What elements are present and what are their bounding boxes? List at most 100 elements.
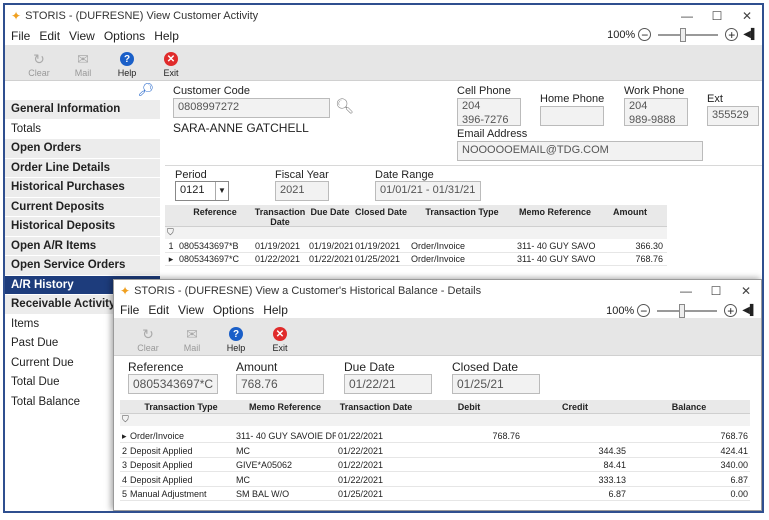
sidebar-item[interactable]: Order Line Details [5,158,160,178]
col-amount[interactable]: Amount [595,205,665,226]
popup-zoom-in-icon[interactable]: + [724,304,738,317]
col-transaction-date[interactable]: Transaction Date [336,400,416,413]
mail-icon: ✉ [77,50,89,67]
popup-first-page-icon[interactable]: ◀▌ [742,305,757,316]
zoom-slider-thumb[interactable] [680,27,687,42]
col-transaction-type[interactable]: Transaction Type [128,400,234,413]
col-memo-reference[interactable]: Memo Reference [515,205,595,226]
table-row[interactable]: 1 0805343697*B 01/19/2021 01/19/2021 01/19/2… [165,240,667,253]
cell-phone-field[interactable]: 204 396-7276 [457,98,521,126]
table-row[interactable]: ▸ 0805343697*C 01/22/2021 01/22/2021 01/25/2… [165,253,667,266]
date-range-field[interactable]: 01/01/21 - 01/31/21 [375,181,481,201]
sidebar-search-icon[interactable]: 🔎︎ [5,82,160,100]
table-row[interactable]: 2 Deposit Applied MC 01/22/2021 344.35 424.41 [120,445,750,458]
fiscal-year-field[interactable]: 2021 [275,181,329,201]
popup-zoom-control: 100% − + ◀▌ [606,303,757,318]
sidebar-item[interactable]: Open Orders [5,139,160,159]
menu-options[interactable]: Options [104,29,145,43]
popup-maximize-button[interactable]: ☐ [701,284,731,298]
close-button[interactable]: ✕ [732,9,762,23]
work-phone-area: 204 [629,100,648,112]
popup-menu-view[interactable]: View [178,303,204,317]
popup-help-button[interactable]: ? Help [214,325,258,353]
popup-closed-date-field[interactable]: 01/25/21 [452,374,540,394]
table-cell-closed: 01/25/2021 [355,254,401,264]
customer-code-field[interactable]: 0808997272 [173,98,330,118]
col-transaction-date[interactable]: Transaction Date [253,205,307,227]
home-phone-label: Home Phone [540,93,605,105]
col-closed-date[interactable]: Closed Date [353,205,409,226]
table-cell-debit [416,474,522,486]
table-row[interactable]: 5 Manual Adjustment SM BAL W/O 01/25/2021 6.… [120,488,750,501]
col-memo-reference[interactable]: Memo Reference [234,400,336,413]
customer-name: SARA-ANNE GATCHELL [173,121,309,135]
col-transaction-type[interactable]: Transaction Type [409,205,515,226]
minimize-button[interactable]: — [672,9,702,23]
popup-menu-edit[interactable]: Edit [148,303,169,317]
popup-menu-help[interactable]: Help [263,303,288,317]
table-cell-balance: 340.00 [720,460,748,470]
ext-field[interactable]: 355529 [707,106,759,126]
home-phone-field[interactable] [540,106,604,126]
work-phone-field[interactable]: 204 989-9888 [624,98,688,126]
clear-button[interactable]: ↻ Clear [17,50,61,79]
table-row[interactable]: 4 Deposit Applied MC 01/22/2021 333.13 6.87 [120,474,750,487]
popup-menu-options[interactable]: Options [213,303,254,317]
popup-exit-button[interactable]: ✕ Exit [258,325,302,353]
popup-reference-label: Reference [128,360,184,374]
zoom-in-icon[interactable]: + [725,28,739,41]
help-button[interactable]: ? Help [105,50,149,78]
menu-help[interactable]: Help [154,29,179,43]
popup-amount-field[interactable]: 768.76 [236,374,324,394]
col-credit[interactable]: Credit [522,400,628,413]
sidebar-item[interactable]: Historical Purchases [5,178,160,198]
balance-filter-row[interactable]: ⛉ [120,414,750,426]
popup-zoom-slider-thumb[interactable] [679,303,686,318]
col-reference[interactable]: Reference [177,205,253,226]
activity-filter-row[interactable]: ⛉ [165,227,667,239]
sidebar-item[interactable]: Current Deposits [5,197,160,217]
sidebar-item[interactable]: General Information [5,100,160,120]
zoom-slider[interactable] [658,27,719,42]
table-cell-credit: 84.41 [603,460,626,470]
popup-closed-date-label: Closed Date [452,360,519,374]
popup-help-label: Help [226,343,246,353]
work-phone-number: 989-9888 [629,113,676,126]
popup-clear-button[interactable]: ↻ Clear [126,325,170,354]
zoom-out-icon[interactable]: − [638,28,652,41]
email-field[interactable]: NOOOOOEMAIL@TDG.COM [457,141,703,161]
menu-file[interactable]: File [11,29,30,43]
col-debit[interactable]: Debit [416,400,522,413]
sidebar-item[interactable]: Open A/R Items [5,236,160,256]
popup-reference-field[interactable]: 0805343697*C [128,374,218,394]
popup-menu-file[interactable]: File [120,303,139,317]
popup-mail-button[interactable]: ✉ Mail [170,325,214,354]
menu-edit[interactable]: Edit [39,29,60,43]
customer-lookup-icon[interactable]: 🔍︎ [335,97,354,115]
exit-icon: ✕ [164,52,178,66]
period-select[interactable]: 0121 ▼ [175,181,229,201]
table-cell-type: Deposit Applied [130,474,193,485]
table-row[interactable]: 3 Deposit Applied GIVE*A05062 01/22/2021 84.… [120,459,750,472]
col-due-date[interactable]: Due Date [307,205,353,226]
sidebar-item[interactable]: Open Service Orders [5,256,160,276]
sidebar-item[interactable]: Totals [5,119,160,139]
first-page-icon[interactable]: ◀▌ [743,29,758,40]
sidebar-item[interactable]: Historical Deposits [5,217,160,237]
maximize-button[interactable]: ☐ [702,9,732,23]
chevron-down-icon[interactable]: ▼ [215,182,228,200]
table-row[interactable]: ▸Order/Invoice 311- 40 GUY SAVOIE DRIVE01… [120,430,750,443]
filter-icon[interactable]: ⛉ [167,227,174,237]
popup-minimize-button[interactable]: — [671,284,701,298]
table-cell-type: Manual Adjustment [130,489,207,499]
table-cell-marker: 4 [122,474,128,485]
popup-due-date-field[interactable]: 01/22/21 [344,374,432,394]
popup-zoom-slider[interactable] [657,303,718,318]
filter-icon[interactable]: ⛉ [122,414,129,424]
exit-button[interactable]: ✕ Exit [149,50,193,78]
menu-view[interactable]: View [69,29,95,43]
mail-button[interactable]: ✉ Mail [61,50,105,79]
col-balance[interactable]: Balance [628,400,750,413]
popup-zoom-out-icon[interactable]: − [637,304,651,317]
popup-close-button[interactable]: ✕ [731,284,761,298]
